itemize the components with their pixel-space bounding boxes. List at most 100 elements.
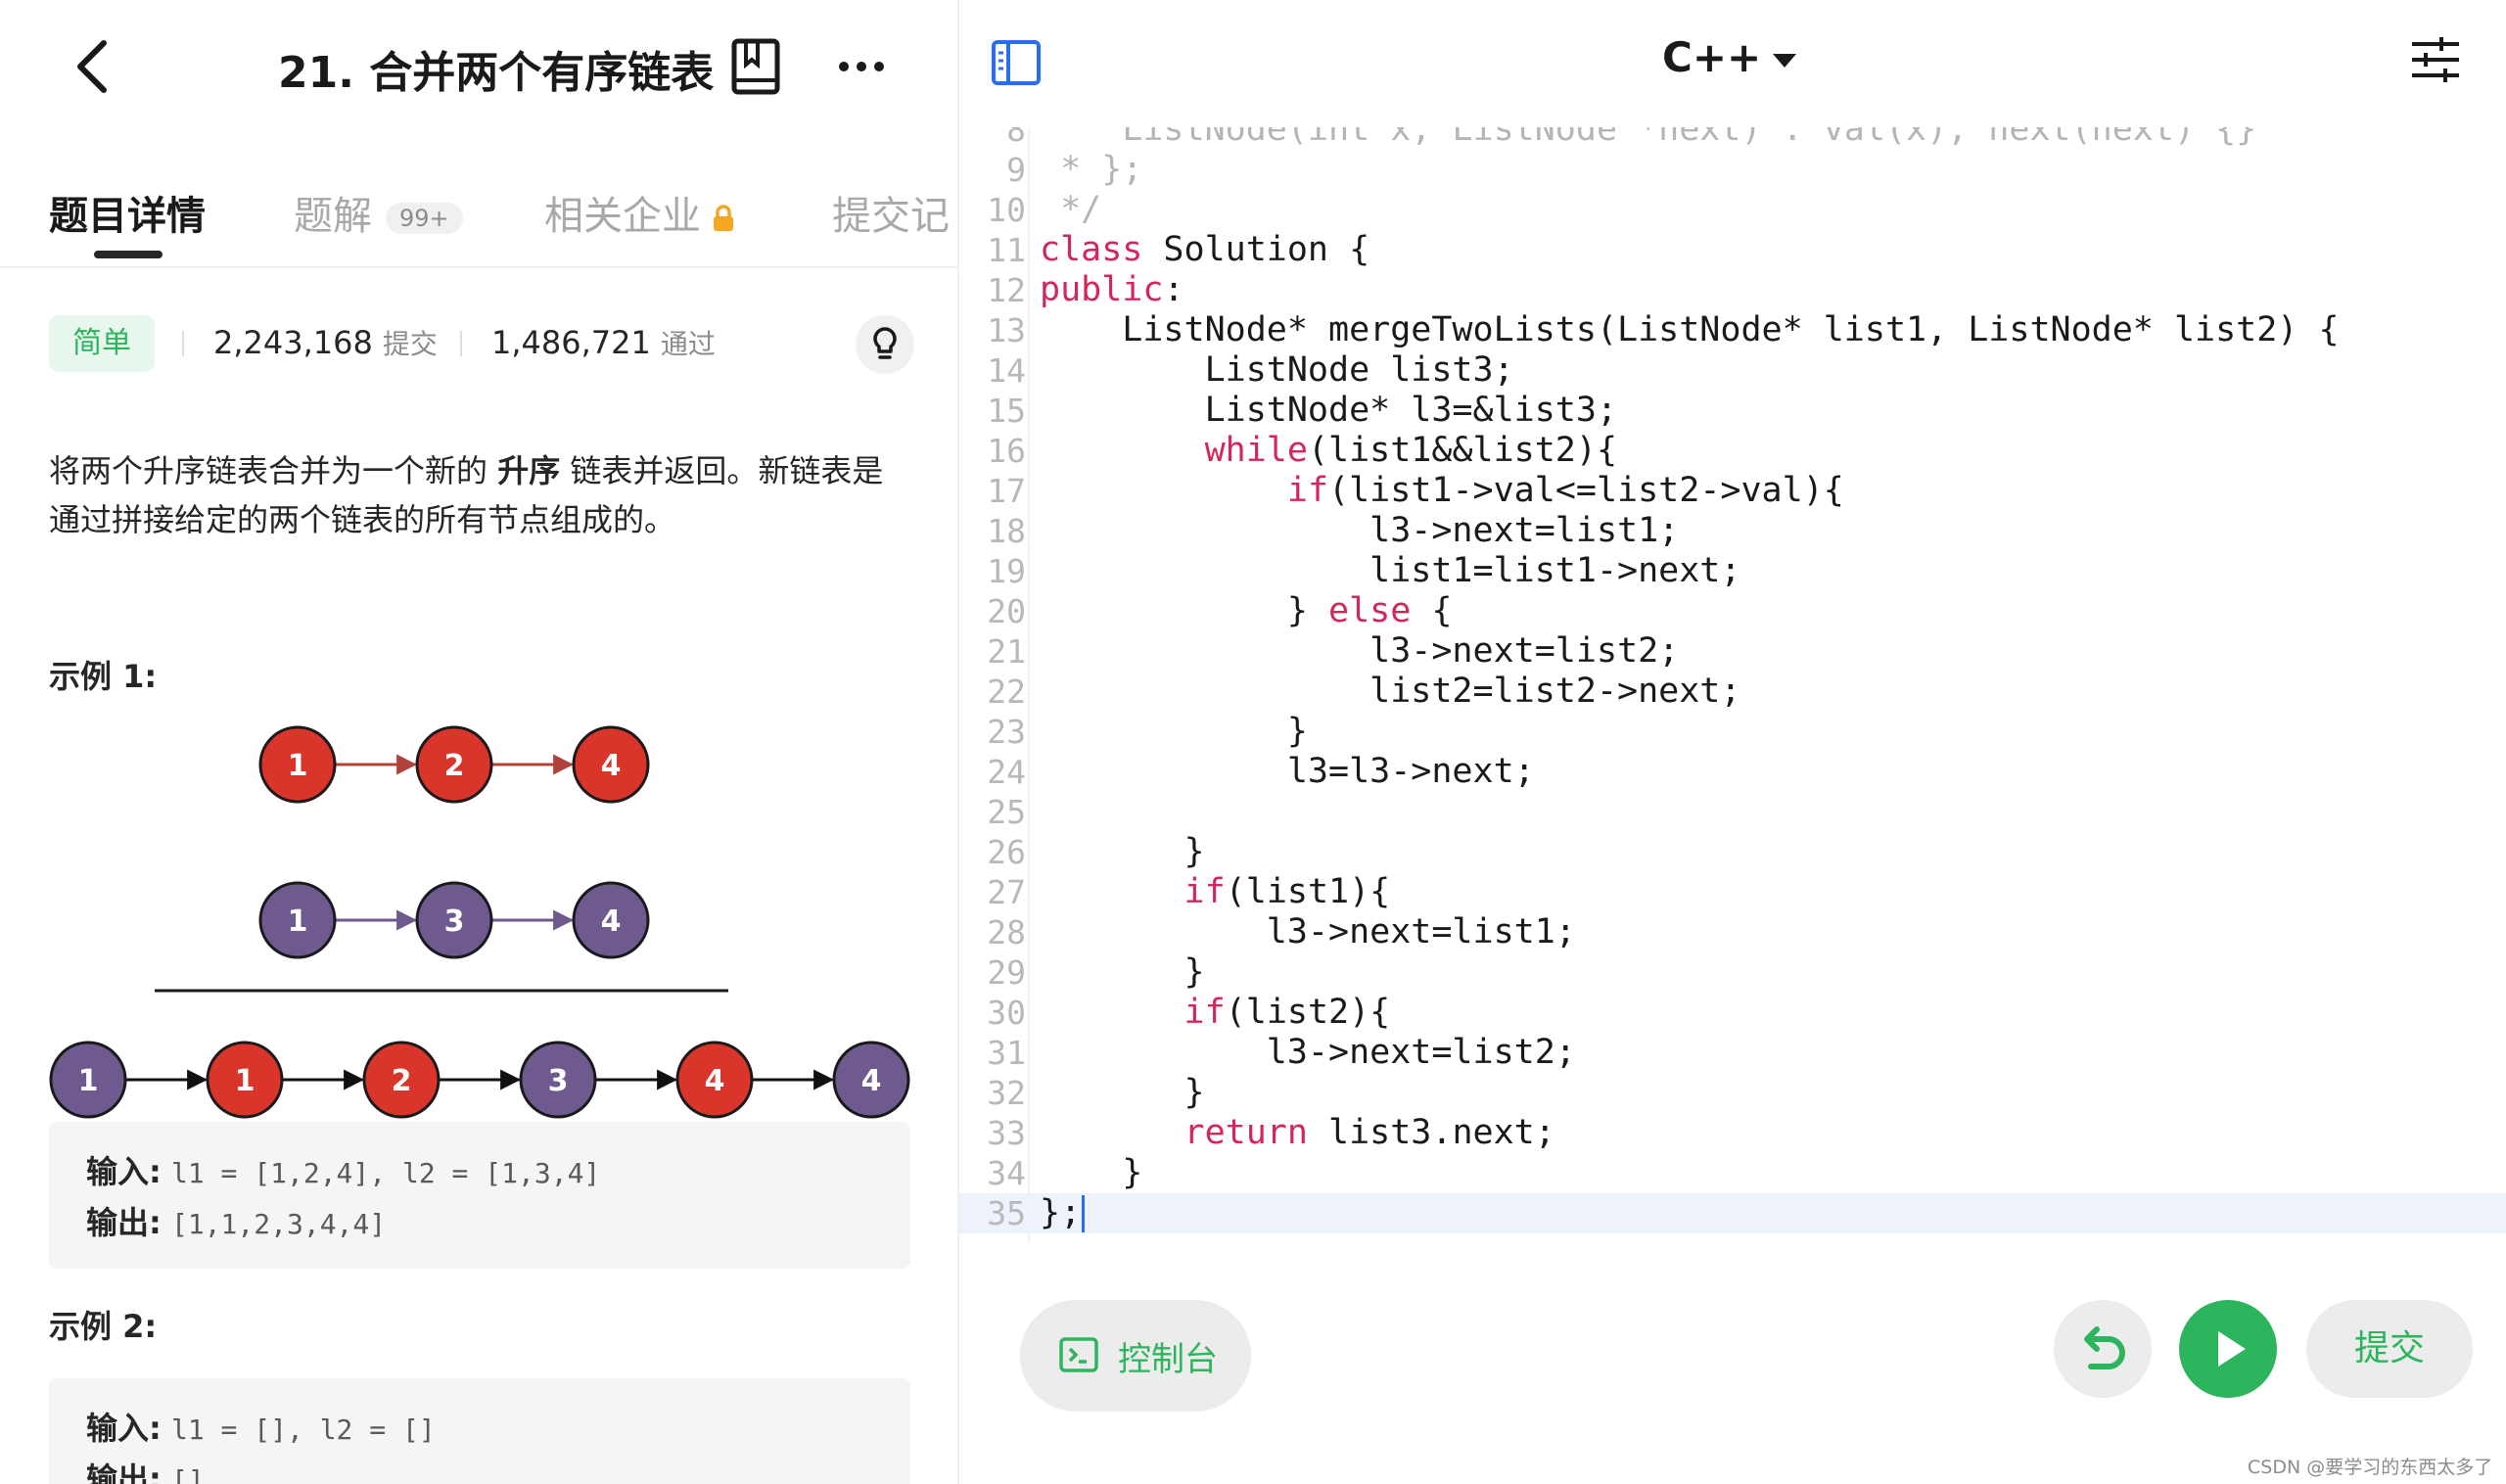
line-number: 23 [987,713,1026,751]
code-line[interactable]: 8 ListNode(int x, ListNode *next) : val(… [959,127,2506,150]
code-token: (list1&&list2){ [1307,431,1618,470]
code-comment: */ [1040,190,1102,229]
reset-code-button[interactable] [2054,1300,2152,1398]
play-icon [2218,1331,2246,1367]
code-line[interactable]: 30 if(list2){ [959,993,2506,1033]
code-line[interactable]: 13 ListNode* mergeTwoLists(ListNode* lis… [959,310,2506,350]
code-line[interactable]: 28 l3->next=list1; [959,912,2506,952]
line-number: 21 [987,632,1026,671]
line-number: 28 [987,913,1026,951]
code-text: l3->next=list1; [1040,511,1679,551]
submit-button[interactable]: 提交 [2306,1300,2473,1398]
more-options-icon[interactable] [834,39,889,94]
code-line[interactable]: 10 */ [959,190,2506,230]
code-line[interactable]: 26 } [959,832,2506,872]
line-number: 9 [1006,151,1026,189]
line-number: 34 [987,1154,1026,1192]
list1-node-label: 1 [288,749,308,783]
code-line[interactable]: 11 class Solution { [959,230,2506,270]
submission-count: 2,243,168 提交 [213,323,438,362]
code-line[interactable]: 17 if(list1->val<=list2->val){ [959,471,2506,511]
code-text: l3->next=list2; [1040,1033,1576,1073]
code-line[interactable]: 19 list1=list1->next; [959,551,2506,591]
line-number: 8 [1006,127,1026,149]
line-number: 10 [987,191,1026,229]
code-keyword: if [1183,872,1226,911]
merged-node-label: 3 [548,1064,569,1098]
code-line[interactable]: 29 } [959,952,2506,993]
toggle-panel-icon[interactable] [991,39,1042,86]
example-2-input-label: 输入: [86,1410,162,1447]
code-text: class Solution { [1040,230,1369,270]
code-text: } [1040,712,1308,752]
code-keyword: public [1040,270,1164,309]
example-2-output: 输出: [] [86,1455,205,1484]
code-token: } [1040,832,1205,871]
code-keyword: if [1286,471,1329,510]
lock-icon [714,205,733,231]
tab-description[interactable]: 题目详情 [49,184,206,241]
code-line[interactable]: 12 public: [959,270,2506,310]
difficulty-badge: 简单 [49,315,155,372]
code-line[interactable]: 21 l3->next=list2; [959,631,2506,672]
code-line[interactable]: 27 if(list1){ [959,872,2506,912]
code-line[interactable]: 31 l3->next=list2; [959,1033,2506,1073]
problem-stats: 简单 2,243,168 提交 1,486,721 通过 [49,315,914,374]
line-number: 33 [987,1114,1026,1152]
code-line[interactable]: 15 ListNode* l3=&list3; [959,391,2506,431]
notebook-icon[interactable] [728,37,783,96]
settings-sliders-icon[interactable] [2410,35,2461,84]
undo-icon [2084,1326,2125,1369]
line-number: 22 [987,672,1026,711]
code-line[interactable]: 16 while(list1&&list2){ [959,431,2506,471]
code-text: * }; [1040,150,1142,190]
tab-submissions[interactable]: 提交记 [832,184,950,241]
code-keyword: class [1040,230,1143,269]
line-number: 29 [987,953,1026,992]
line-number: 15 [987,392,1026,430]
problem-panel: 21. 合并两个有序链表 题目详情 题解 99+ 相关企业 提交记 简单 2,2… [0,0,957,1484]
code-line[interactable]: 35}; [959,1193,2506,1233]
code-panel: C++ 8 ListNode(int x, ListNode *next) : … [959,0,2506,1484]
code-line[interactable]: 24 l3=l3->next; [959,752,2506,792]
code-line[interactable]: 22 list2=list2->next; [959,672,2506,712]
code-token: }; [1040,1193,1082,1232]
code-token: Solution { [1142,230,1370,269]
code-line[interactable]: 18 l3->next=list1; [959,511,2506,551]
code-token: { [1411,591,1453,630]
line-number: 11 [987,231,1026,269]
code-text: }; [1040,1193,1086,1233]
tab-solutions[interactable]: 题解 99+ [294,184,463,241]
code-text: while(list1&&list2){ [1040,431,1617,471]
solutions-count-badge: 99+ [386,203,463,234]
code-line[interactable]: 20 } else { [959,591,2506,631]
example-1-input-value: l1 = [1,2,4], l2 = [1,3,4] [170,1157,601,1189]
code-token: list1=list1->next; [1040,551,1741,590]
code-keyword: while [1204,431,1308,470]
accepted-count: 1,486,721 通过 [491,323,716,362]
code-token: (list1){ [1225,872,1391,911]
text-cursor [1082,1195,1086,1232]
code-line[interactable]: 33 return list3.next; [959,1113,2506,1153]
run-code-button[interactable] [2179,1300,2277,1398]
editor-actions: 控制台 提交 [959,1284,2506,1421]
tab-companies[interactable]: 相关企业 [544,184,736,241]
console-button[interactable]: 控制台 [1020,1300,1251,1412]
tab-description-label: 题目详情 [49,194,206,239]
code-line[interactable]: 25 [959,792,2506,832]
code-line[interactable]: 23 } [959,712,2506,752]
back-arrow-icon[interactable] [65,35,123,98]
stats-divider [182,331,184,356]
code-line[interactable]: 32 } [959,1073,2506,1113]
lightbulb-hint-icon[interactable] [856,315,914,374]
tab-submissions-label: 提交记 [832,194,950,239]
code-line[interactable]: 14 ListNode list3; [959,350,2506,391]
code-line[interactable]: 9 * }; [959,150,2506,190]
description-text-start: 将两个升序链表合并为一个新的 [49,452,498,489]
code-text: list1=list1->next; [1040,551,1740,591]
code-line[interactable]: 34 } [959,1153,2506,1193]
language-selector[interactable]: C++ [1662,33,1797,81]
code-comment: * }; [1040,150,1143,189]
code-editor[interactable]: 8 ListNode(int x, ListNode *next) : val(… [959,127,2506,1243]
merged-node-label: 1 [78,1064,99,1098]
